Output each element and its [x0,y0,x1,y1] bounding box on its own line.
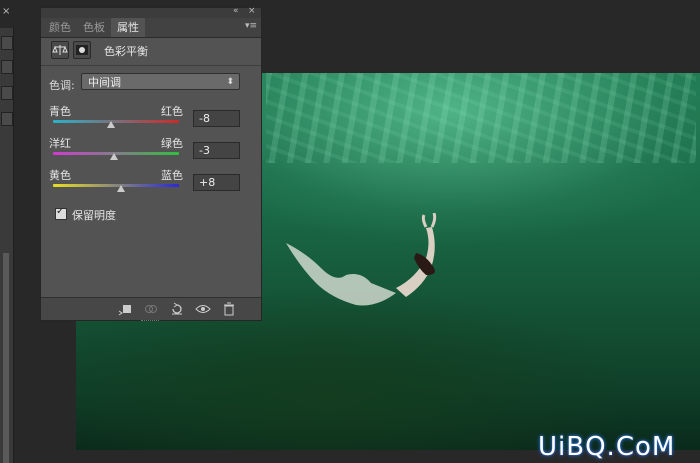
tone-select-value: 中间调 [88,76,121,89]
tool-icon[interactable] [1,112,13,126]
panel-titlebar[interactable]: « × [41,6,261,18]
tool-icon[interactable] [1,60,13,74]
close-icon[interactable]: × [2,6,10,17]
yellow-blue-slider: 黄色 蓝色 +8 [49,167,254,197]
magenta-green-slider: 洋红 绿色 -3 [49,135,254,165]
slider-left-label: 黄色 [49,169,71,182]
close-icon[interactable]: × [248,6,256,16]
panel-menu-icon[interactable]: ▾≡ [245,21,257,31]
cyan-red-slider: 青色 红色 -8 [49,103,254,133]
slider-value-input[interactable]: -3 [193,142,240,159]
view-previous-state-icon[interactable] [143,302,159,316]
mask-icon[interactable] [73,41,91,59]
slider-value-input[interactable]: +8 [193,174,240,191]
water-surface [266,73,696,163]
slider-right-label: 蓝色 [161,169,183,182]
tone-select[interactable]: 中间调 ⬍ [81,73,240,90]
tab-swatches[interactable]: 色板 [77,18,111,37]
resize-grip[interactable] [141,320,159,324]
up-down-arrow-icon: ⬍ [226,77,234,87]
preserve-luminosity-label: 保留明度 [72,209,116,222]
tab-color[interactable]: 颜色 [43,18,77,37]
panel-tabs: 颜色 色板 属性 ▾≡ [41,18,261,38]
panel-footer [41,297,261,321]
slider-track[interactable] [53,120,179,123]
slider-right-label: 绿色 [161,137,183,150]
preserve-luminosity-checkbox[interactable] [55,206,67,220]
left-tool-strip: × [0,6,14,463]
properties-panel: « × 颜色 色板 属性 ▾≡ 色彩平衡 色调: 中间调 ⬍ 青色 红色 -8 … [40,6,262,321]
slider-left-label: 青色 [49,105,71,118]
divider [41,65,261,66]
tone-label: 色调: [49,79,75,92]
tool-icon[interactable] [1,86,13,100]
visibility-eye-icon[interactable] [195,302,211,316]
slider-value-input[interactable]: -8 [193,110,240,127]
slider-right-label: 红色 [161,105,183,118]
tab-properties[interactable]: 属性 [111,18,145,37]
clip-to-layer-icon[interactable] [117,302,133,316]
trash-icon[interactable] [221,302,237,316]
underwater-figure-image [286,213,437,306]
slider-thumb[interactable] [117,185,126,192]
scrollbar[interactable] [3,253,9,463]
reset-icon[interactable] [169,302,185,316]
slider-thumb[interactable] [110,153,119,160]
slider-track[interactable] [53,184,179,187]
adjustment-title: 色彩平衡 [104,45,148,58]
menu-icon[interactable] [1,36,13,50]
slider-left-label: 洋红 [49,137,71,150]
balance-scale-icon [51,41,69,59]
site-watermark-logo: UiBQ.CoM [538,432,676,462]
collapse-icon[interactable]: « [233,6,239,16]
slider-thumb[interactable] [106,121,115,128]
